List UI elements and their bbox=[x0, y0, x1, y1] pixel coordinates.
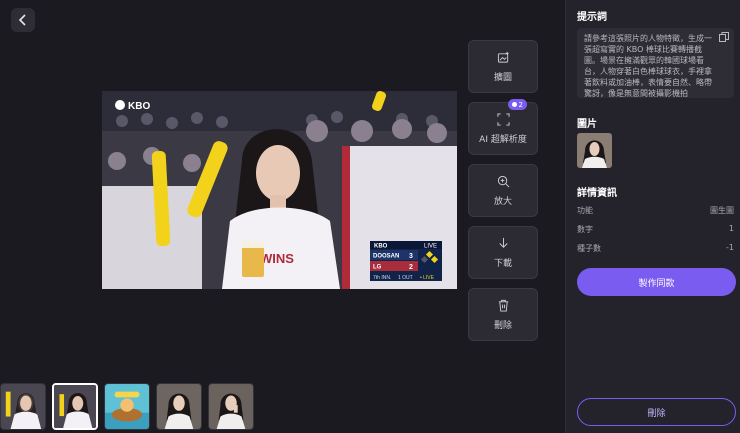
delete-image-button[interactable]: 刪除 bbox=[468, 288, 538, 341]
svg-text:2: 2 bbox=[409, 264, 413, 271]
detail-row-number: 數字 1 bbox=[577, 224, 734, 234]
download-button[interactable]: 下載 bbox=[468, 226, 538, 279]
expand-image-button[interactable]: 擴圖 bbox=[468, 40, 538, 93]
svg-text:DOOSAN: DOOSAN bbox=[373, 254, 399, 260]
svg-text:• LIVE: • LIVE bbox=[420, 275, 435, 281]
ai-upscale-button[interactable]: 2 AI 超解析度 bbox=[468, 99, 538, 155]
thumbnail-strip bbox=[0, 383, 254, 430]
thumbnail-selected[interactable] bbox=[52, 383, 98, 430]
prompt-title: 提示詞 bbox=[577, 12, 607, 23]
upscale-icon bbox=[496, 112, 510, 126]
expand-image-icon bbox=[497, 51, 509, 63]
detail-row-seed: 種子數 -1 bbox=[577, 243, 734, 253]
image-title: 圖片 bbox=[577, 119, 597, 130]
thumbnail[interactable] bbox=[156, 383, 202, 430]
thumbnail[interactable] bbox=[208, 383, 254, 430]
main-area: TWINS KBO KBO LIVE DOOSAN 3 LG 2 7th INN… bbox=[0, 0, 565, 433]
expand-image-label: 擴圖 bbox=[493, 72, 512, 83]
details-title: 詳情資訊 bbox=[577, 188, 617, 199]
credit-badge: 2 bbox=[507, 99, 527, 110]
svg-text:KBO: KBO bbox=[374, 244, 388, 250]
trash-icon bbox=[498, 299, 508, 312]
svg-text:1 OUT: 1 OUT bbox=[398, 275, 413, 281]
svg-text:KBO: KBO bbox=[128, 101, 150, 112]
make-same-button[interactable]: 製作同款 bbox=[577, 268, 736, 296]
download-icon bbox=[498, 237, 508, 248]
delete-image-label: 刪除 bbox=[493, 320, 512, 331]
zoom-in-icon bbox=[497, 175, 509, 187]
delete-button[interactable]: 刪除 bbox=[577, 398, 736, 426]
prompt-text-box[interactable]: 請參考這張照片的人物特徵，生成一張超寫實的 KBO 棒球比賽轉播截圖。場景在擁滿… bbox=[577, 28, 734, 98]
svg-text:3: 3 bbox=[409, 253, 413, 260]
thumbnail[interactable] bbox=[104, 383, 150, 430]
ai-upscale-label: AI 超解析度 bbox=[479, 134, 527, 145]
details-panel: 提示詞 請參考這張照片的人物特徵，生成一張超寫實的 KBO 棒球比賽轉播截圖。場… bbox=[565, 0, 740, 433]
detail-row-function: 功能 圖生圖 bbox=[577, 206, 734, 215]
download-label: 下載 bbox=[493, 258, 512, 269]
chevron-left-icon bbox=[18, 14, 26, 26]
prompt-text: 請參考這張照片的人物特徵，生成一張超寫實的 KBO 棒球比賽轉播截圖。場景在擁滿… bbox=[584, 34, 712, 98]
svg-text:7th INN.: 7th INN. bbox=[373, 275, 391, 281]
svg-text:LG: LG bbox=[373, 265, 382, 271]
zoom-in-button[interactable]: 放大 bbox=[468, 164, 538, 217]
scoreboard: KBO LIVE DOOSAN 3 LG 2 7th INN. 1 OUT • … bbox=[370, 241, 442, 281]
svg-text:LIVE: LIVE bbox=[424, 244, 437, 250]
copy-icon[interactable] bbox=[719, 32, 729, 42]
generated-image[interactable]: TWINS KBO KBO LIVE DOOSAN 3 LG 2 7th INN… bbox=[102, 91, 457, 289]
reference-image[interactable] bbox=[577, 133, 612, 168]
zoom-in-label: 放大 bbox=[493, 196, 512, 207]
back-button[interactable] bbox=[11, 8, 35, 32]
thumbnail[interactable] bbox=[0, 383, 46, 430]
